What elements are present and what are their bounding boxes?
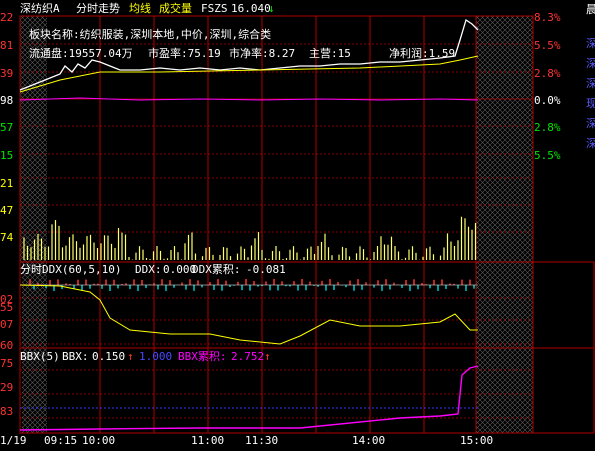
main-business: 主营:15 [309,47,351,60]
ddx-axis-label: 60 [0,339,14,352]
percent-axis-label: 8.3% [534,11,561,24]
time-axis-label: 14:00 [352,434,386,447]
ddx-cum-value: -0.081 [246,263,286,276]
price-axis-label: 57 [0,121,14,134]
time-axis-label: 10:00 [82,434,116,447]
bbx-cum-label: BBX累积: [178,350,227,363]
up-arrow-icon: ↑ [264,350,271,363]
ddx-cum-label: DDX累积: [192,263,241,276]
bbx-value: 0.150 [92,350,126,363]
volume-axis-label: 74 [0,231,14,244]
bbx-axis-label: 29 [0,381,14,394]
price-axis-label: 39 [0,67,14,80]
side-panel-label: 深 [586,37,595,50]
bbx-cum-value: 2.752 [231,350,265,363]
time-axis-label: 11:00 [191,434,225,447]
side-panel-label: 深 [586,137,595,150]
tab-intraday[interactable]: 分时走势 [76,3,120,15]
hatched-region [476,348,533,433]
side-panel-label: 现 [586,97,595,110]
sector-info: 板块名称:纺织服装,深圳本地,中价,深圳,综合类 [29,28,272,41]
ddx-label: DDX: [135,263,162,276]
percent-axis-label: 2.8% [534,67,561,80]
side-panel-label: 深 [586,57,595,70]
ddx-axis-label: 07 [0,318,14,331]
volume-axis-label: 21 [0,177,14,190]
bbx-line [19,365,479,431]
price-axis-label: 98 [0,94,14,107]
stock-name: 深纺织A [20,2,60,15]
bbx-axis-label: 75 [0,357,14,370]
percent-axis-label: 0.0% [534,94,561,107]
bbx-panel-title: BBX(5) [20,350,60,363]
percent-axis-label: 2.8% [534,121,561,134]
bbx-ref-value: 1.000 [139,350,173,363]
down-arrow-icon: ↓ [268,2,275,15]
bbx-label: BBX: [62,350,89,363]
ddx-cum-line [19,284,478,345]
net-profit: 净利润:1.59 [389,47,456,60]
side-frame [532,347,595,434]
tab-average-line[interactable]: 均线 [129,3,151,15]
ddx-panel-title: 分时DDX(60,5,10) [20,263,122,276]
pe-ratio: 市盈率:75.19 [148,47,221,60]
price-axis-label: 15 [0,149,14,162]
bbx-axis-label: 83 [0,405,14,418]
percent-axis-label: 5.5% [534,39,561,52]
time-axis-label: 15:00 [460,434,494,447]
percent-axis-label: 5.5% [534,149,561,162]
time-axis-label: 09:15 [44,434,78,447]
up-arrow-icon: ↑ [127,350,134,363]
pb-ratio: 市净率:8.27 [229,47,296,60]
hatched-region [476,16,533,262]
tab-volume[interactable]: 成交量 [159,3,192,15]
time-axis-label: 11:30 [245,434,279,447]
volume-axis-label: 47 [0,204,14,217]
current-price: 16.040 [231,2,271,15]
price-axis-label: 81 [0,39,14,52]
float-shares: 流通盘:19557.04万 [29,47,133,60]
side-panel-label: 晨 [586,3,595,16]
chart-canvas[interactable] [0,0,595,447]
price-axis-label: 22 [0,11,14,24]
intraday-chart-window: 深纺织A 分时走势 均线 成交量 FSZS 16.040 ↓ 板块名称:纺织服装… [0,0,595,447]
side-frame [532,261,595,349]
ticker-label: FSZS [201,2,228,15]
side-panel-label: 深 [586,117,595,130]
ddx-axis-label: 55 [0,301,14,314]
time-axis-label: 1/19 [0,434,27,447]
side-panel-label: 深 [586,77,595,90]
hatched-region [476,262,533,348]
